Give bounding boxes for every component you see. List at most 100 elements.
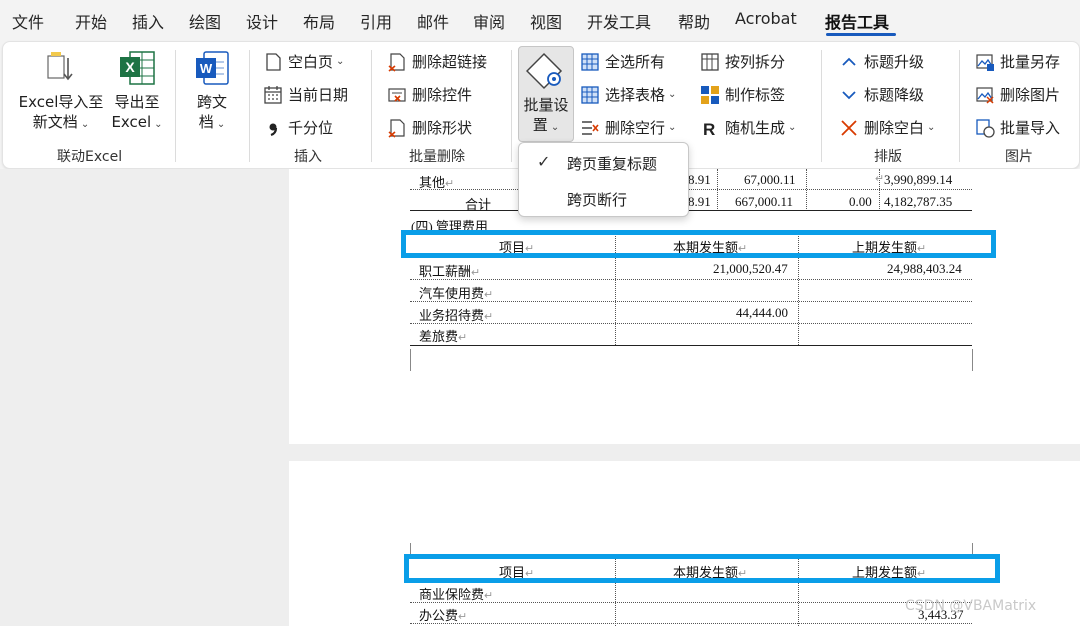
batch-settings-dropdown: ✓ 跨页重复标题 跨页断行 (518, 142, 689, 217)
excel-icon: X (118, 50, 156, 88)
tab-review[interactable]: 审阅 (473, 9, 505, 33)
make-labels-button[interactable]: 制作标签 (700, 84, 785, 105)
table-cell: 667,000.11 (735, 194, 794, 209)
table-cell: 67,000.11 (744, 172, 796, 187)
batch-save-images-button[interactable]: 批量另存 (975, 51, 1060, 72)
close-icon (839, 118, 859, 138)
image-save-icon (975, 52, 995, 72)
page-corner-mark (410, 349, 411, 371)
group-separator (249, 50, 250, 162)
table-cell: 21,000,520.47 (713, 261, 788, 276)
select-all-tables-button[interactable]: 全选所有 (580, 51, 665, 72)
split-column-icon (700, 52, 720, 72)
select-table-icon (580, 85, 600, 105)
excel-import-button[interactable]: Excel导入至 新文档 ⌄ (17, 50, 105, 135)
group-label-layout: 排版 (874, 149, 902, 165)
word-icon: W (194, 50, 230, 88)
menu-item-repeat-header[interactable]: ✓ 跨页重复标题 (519, 147, 688, 179)
table-row-label: 汽车使用费↵ (419, 286, 494, 301)
svg-text:W: W (200, 61, 213, 76)
table-cell: 44,444.00 (736, 305, 788, 320)
repeated-header-highlight (404, 554, 1000, 583)
group-separator (371, 50, 372, 162)
random-icon: R (700, 118, 720, 139)
checkmark-icon: ✓ (537, 152, 551, 171)
tab-references[interactable]: 引用 (360, 9, 392, 33)
active-tab-indicator (826, 33, 896, 36)
batch-import-images-button[interactable]: 批量导入 (975, 117, 1060, 138)
table-row-label: 办公费↵ (419, 608, 468, 623)
delete-row-icon (580, 118, 600, 138)
delete-shape-icon (387, 118, 407, 138)
table-border (410, 323, 972, 324)
table-cell: 其他↵ (419, 175, 455, 190)
ribbon-tab-bar: 文件 开始 插入 绘图 设计 布局 引用 邮件 审阅 视图 开发工具 帮助 Ac… (0, 0, 1080, 40)
image-import-icon (975, 118, 995, 138)
cross-document-button[interactable]: W 跨文 档 ⌄ (185, 50, 239, 135)
delete-blank-button[interactable]: 删除空白 ⌄ (839, 117, 935, 138)
delete-image-icon (975, 85, 995, 105)
group-separator (821, 50, 822, 162)
chevron-up-icon (839, 52, 859, 72)
table-cell: 8.91 (688, 172, 711, 187)
table-cell: 3,990,899.14 (884, 172, 953, 187)
svg-text:R: R (703, 120, 715, 138)
group-separator (511, 50, 512, 162)
tab-draw[interactable]: 绘图 (189, 9, 221, 33)
tab-report-tools[interactable]: 报告工具 (825, 9, 889, 33)
select-table-button[interactable]: 选择表格 ⌄ (580, 84, 676, 105)
group-label-excel: 联动Excel (57, 149, 123, 165)
table-cell: 合计 (465, 197, 492, 212)
chevron-down-icon (839, 85, 859, 105)
tab-mailings[interactable]: 邮件 (417, 9, 449, 33)
delete-empty-rows-button[interactable]: 删除空行 ⌄ (580, 117, 676, 138)
group-separator (175, 50, 176, 162)
delete-control-icon (387, 85, 407, 105)
menu-item-allow-row-break[interactable]: 跨页断行 (519, 183, 688, 215)
tab-insert[interactable]: 插入 (132, 9, 164, 33)
delete-controls-button[interactable]: 删除控件 (387, 84, 472, 105)
table-cell: 0.00 (849, 194, 872, 209)
current-date-button[interactable]: 当前日期 (263, 84, 348, 105)
table-border (410, 301, 972, 302)
paragraph-mark: ↵ (875, 173, 885, 185)
table-cell: 8.91 (688, 194, 711, 209)
select-all-icon (580, 52, 600, 72)
tab-developer[interactable]: 开发工具 (587, 9, 651, 33)
excel-import-icon (44, 50, 78, 88)
batch-settings-button[interactable]: 批量设 置 ⌄ (518, 46, 574, 142)
table-row-label: 商业保险费↵ (419, 587, 494, 602)
table-border (410, 623, 972, 624)
tab-home[interactable]: 开始 (75, 9, 107, 33)
delete-images-button[interactable]: 删除图片 (975, 84, 1060, 105)
delete-shapes-button[interactable]: 删除形状 (387, 117, 472, 138)
thousands-separator-button[interactable]: 千分位 (263, 117, 333, 138)
table-row-label: 职工薪酬↵ (419, 264, 481, 279)
blank-page-icon (263, 52, 283, 72)
tab-acrobat[interactable]: Acrobat (735, 9, 797, 28)
tab-help[interactable]: 帮助 (678, 9, 710, 33)
group-separator (959, 50, 960, 162)
table-border (410, 345, 972, 346)
table-border (410, 602, 972, 603)
export-to-excel-button[interactable]: X 导出至 Excel ⌄ (107, 50, 167, 135)
blank-page-button[interactable]: 空白页 ⌄ (263, 51, 344, 72)
tab-view[interactable]: 视图 (530, 9, 562, 33)
split-by-column-button[interactable]: 按列拆分 (700, 51, 785, 72)
batch-settings-icon (525, 51, 566, 91)
group-label-insert: 插入 (294, 149, 322, 165)
heading-promote-button[interactable]: 标题升级 (839, 51, 924, 72)
table-border (410, 189, 972, 190)
heading-demote-button[interactable]: 标题降级 (839, 84, 924, 105)
tab-file[interactable]: 文件 (12, 9, 44, 33)
table-cell: 4,182,787.35 (884, 194, 953, 209)
watermark: CSDN @VBAMatrix (905, 598, 1037, 614)
tab-design[interactable]: 设计 (246, 9, 278, 33)
table-border (410, 210, 972, 211)
random-generate-button[interactable]: R 随机生成 ⌄ (700, 117, 796, 139)
table-row-label: 差旅费↵ (419, 329, 468, 344)
delete-hyperlinks-button[interactable]: 删除超链接 (387, 51, 487, 72)
repeated-header-highlight (401, 230, 996, 258)
tab-layout[interactable]: 布局 (303, 9, 335, 33)
page-corner-mark (972, 349, 973, 371)
